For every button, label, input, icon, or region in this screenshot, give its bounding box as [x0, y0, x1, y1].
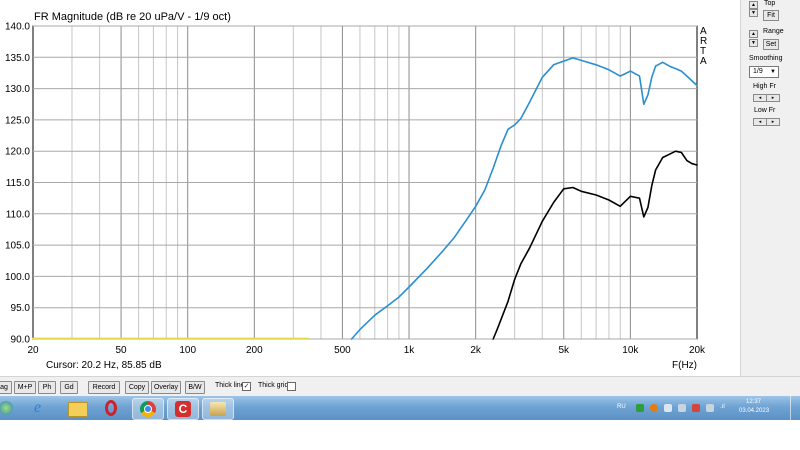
- internet-explorer-icon: e: [34, 399, 42, 416]
- opera-icon: [105, 400, 117, 416]
- clock-time[interactable]: 12:37: [746, 399, 761, 405]
- x-tick-label: 10k: [622, 345, 639, 356]
- tray-app-icon[interactable]: [636, 404, 644, 412]
- start-button[interactable]: [0, 398, 16, 418]
- thick-grid-label: Thick grid: [258, 382, 289, 389]
- thick-line-checkbox[interactable]: ✓: [242, 382, 251, 391]
- y-tick-label: 90.0: [11, 335, 31, 346]
- phase-button[interactable]: Ph: [38, 381, 56, 394]
- x-tick-label: 500: [334, 345, 351, 356]
- tray-avast-icon[interactable]: [650, 404, 658, 412]
- bw-button[interactable]: B/W: [185, 381, 205, 394]
- x-tick-label: 2k: [470, 345, 482, 356]
- y-tick-label: 125.0: [5, 115, 30, 126]
- ccleaner-icon: C: [175, 401, 191, 417]
- mp-button[interactable]: M+P: [14, 381, 36, 394]
- high-fr-label: High Fr: [753, 83, 776, 90]
- language-indicator[interactable]: RU: [617, 404, 626, 410]
- blank-area: [0, 420, 800, 450]
- x-axis-label: F(Hz): [672, 360, 697, 371]
- overlay-button[interactable]: Overlay: [151, 381, 181, 394]
- x-tick-label: 1k: [404, 345, 416, 356]
- clock-date[interactable]: 03.04.2023: [739, 408, 769, 414]
- x-tick-label: 20: [27, 345, 39, 356]
- y-tick-label: 120.0: [5, 147, 30, 158]
- usb-icon[interactable]: [706, 404, 714, 412]
- control-panel: ▲ ▼ Top Fit ▲ ▼ Range Set Smoothing 1/9 …: [740, 0, 800, 376]
- chart-title: FR Magnitude (dB re 20 uPa/V - 1/9 oct): [34, 11, 231, 23]
- y-tick-label: 110.0: [6, 209, 31, 220]
- action-center-flag-icon[interactable]: [692, 404, 700, 412]
- x-tick-label: 5k: [558, 345, 570, 356]
- fit-button[interactable]: Fit: [763, 10, 779, 21]
- record-button[interactable]: Record: [88, 381, 120, 394]
- plot-area: 90.0 95.0 100.0 105.0 110.0 115.0 120.0 125.0 13…: [0, 0, 740, 376]
- group-delay-button[interactable]: Gd: [60, 381, 78, 394]
- windows-logo-icon: [0, 401, 13, 415]
- chevron-down-icon: ▼: [770, 69, 776, 75]
- network-signal-icon[interactable]: .ıl: [720, 404, 728, 412]
- y-tick-label: 100.0: [5, 272, 30, 283]
- ccleaner-taskbar-button[interactable]: C: [167, 398, 199, 420]
- low-fr-right-icon[interactable]: ▸: [766, 118, 780, 126]
- show-desktop-button[interactable]: [790, 396, 800, 420]
- opera-taskbar-button[interactable]: [97, 398, 127, 418]
- y-tick-label: 115.0: [6, 178, 31, 189]
- arta-letter: A: [700, 56, 707, 67]
- ie-taskbar-button[interactable]: e: [26, 398, 56, 418]
- y-tick-label: 95.0: [11, 303, 31, 314]
- smoothing-value: 1/9: [753, 68, 763, 75]
- low-fr-label: Low Fr: [754, 107, 776, 114]
- folder-icon: [68, 402, 88, 417]
- arta-window: 90.0 95.0 100.0 105.0 110.0 115.0 120.0 125.0 13…: [0, 0, 800, 450]
- x-tick-label: 20k: [689, 345, 706, 356]
- range-down-arrow-icon[interactable]: ▼: [749, 39, 758, 47]
- windows-taskbar: e C RU .ıl 12:37 03.04.2023: [0, 396, 800, 420]
- smoothing-select[interactable]: 1/9 ▼: [749, 66, 779, 78]
- y-tick-label: 140.0: [5, 22, 30, 33]
- top-up-arrow-icon[interactable]: ▲: [749, 1, 758, 9]
- copy-button[interactable]: Copy: [125, 381, 149, 394]
- mag-button[interactable]: ag: [0, 381, 12, 394]
- x-tick-label: 200: [246, 345, 263, 356]
- top-down-arrow-icon[interactable]: ▼: [749, 9, 758, 17]
- y-tick-label: 105.0: [5, 241, 30, 252]
- range-up-arrow-icon[interactable]: ▲: [749, 30, 758, 38]
- smoothing-label: Smoothing: [749, 55, 783, 62]
- y-tick-label: 130.0: [5, 84, 30, 95]
- high-fr-left-icon[interactable]: ◂: [753, 94, 767, 102]
- cursor-readout: Cursor: 20.2 Hz, 85.85 dB: [46, 360, 162, 371]
- low-fr-left-icon[interactable]: ◂: [753, 118, 767, 126]
- explorer-taskbar-button[interactable]: [62, 398, 92, 418]
- x-tick-label: 100: [179, 345, 196, 356]
- bottom-toolbar: ag M+P Ph Gd Record Copy Overlay B/W Thi…: [0, 376, 800, 397]
- tray-device-icon[interactable]: [678, 404, 686, 412]
- volume-icon[interactable]: [664, 404, 672, 412]
- paint-icon: [210, 402, 226, 416]
- chart-grid: [32, 25, 698, 340]
- thick-grid-checkbox[interactable]: [287, 382, 296, 391]
- set-button[interactable]: Set: [763, 39, 779, 50]
- chrome-icon: [140, 401, 156, 417]
- x-tick-label: 50: [116, 345, 128, 356]
- arta-taskbar-button[interactable]: [202, 398, 234, 420]
- y-tick-label: 135.0: [5, 53, 30, 64]
- chrome-taskbar-button[interactable]: [132, 398, 164, 420]
- range-label: Range: [763, 28, 784, 35]
- arta-vertical-label: ARTA: [700, 26, 707, 67]
- high-fr-right-icon[interactable]: ▸: [766, 94, 780, 102]
- thick-line-label: Thick line: [215, 382, 245, 389]
- fr-chart: 90.0 95.0 100.0 105.0 110.0 115.0 120.0 125.0 13…: [5, 11, 707, 371]
- top-label: Top: [764, 0, 776, 7]
